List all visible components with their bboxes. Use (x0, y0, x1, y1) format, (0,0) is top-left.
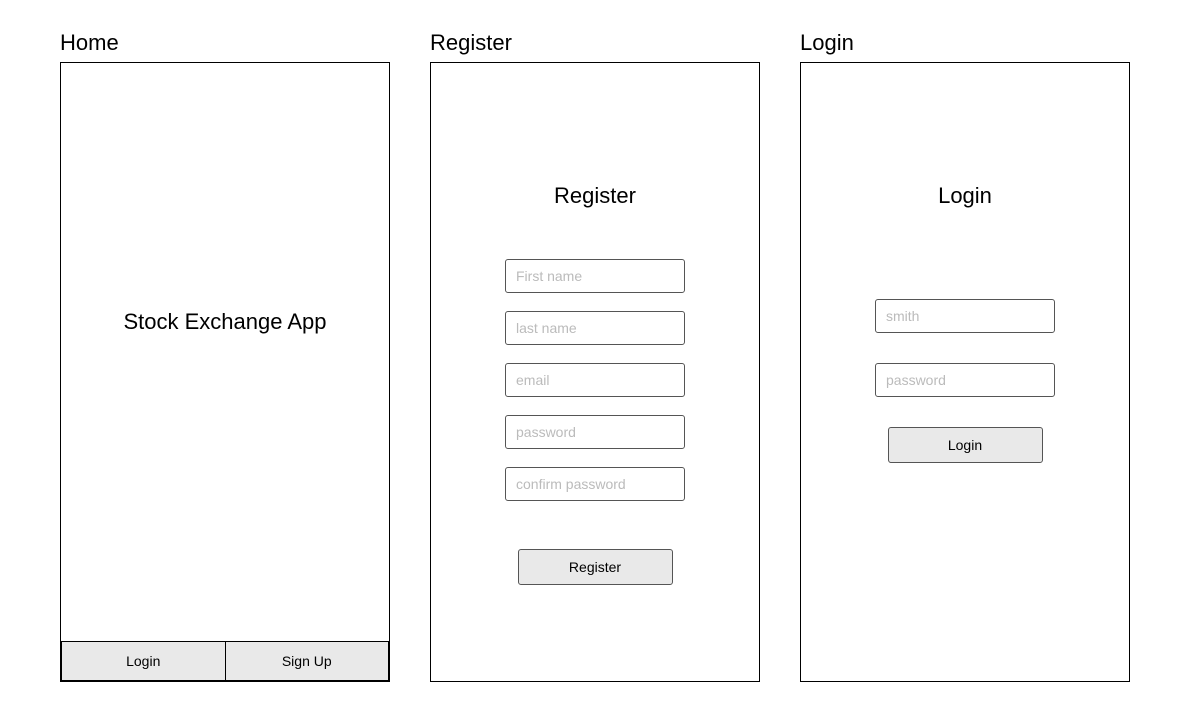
password-field[interactable] (505, 415, 685, 449)
register-button[interactable]: Register (518, 549, 673, 585)
login-password-field[interactable] (875, 363, 1055, 397)
home-footer: Login Sign Up (61, 641, 389, 681)
home-login-button[interactable]: Login (61, 641, 225, 681)
first-name-field[interactable] (505, 259, 685, 293)
confirm-password-field[interactable] (505, 467, 685, 501)
register-heading: Register (554, 183, 636, 209)
login-button[interactable]: Login (888, 427, 1043, 463)
login-screen-label: Login (800, 30, 1130, 56)
register-screen-wrap: Register Register Register (430, 30, 760, 682)
home-screen: Stock Exchange App Login Sign Up (60, 62, 390, 682)
register-screen-label: Register (430, 30, 760, 56)
login-username-field[interactable] (875, 299, 1055, 333)
register-form: Register Register (431, 63, 759, 585)
last-name-field[interactable] (505, 311, 685, 345)
register-screen: Register Register (430, 62, 760, 682)
home-signup-button[interactable]: Sign Up (225, 641, 390, 681)
login-screen: Login Login (800, 62, 1130, 682)
home-screen-label: Home (60, 30, 390, 56)
home-screen-wrap: Home Stock Exchange App Login Sign Up (60, 30, 390, 682)
email-field[interactable] (505, 363, 685, 397)
home-app-title: Stock Exchange App (123, 309, 326, 335)
login-screen-wrap: Login Login Login (800, 30, 1130, 682)
home-center: Stock Exchange App (61, 63, 389, 641)
login-heading: Login (938, 183, 992, 209)
login-form: Login Login (801, 63, 1129, 463)
